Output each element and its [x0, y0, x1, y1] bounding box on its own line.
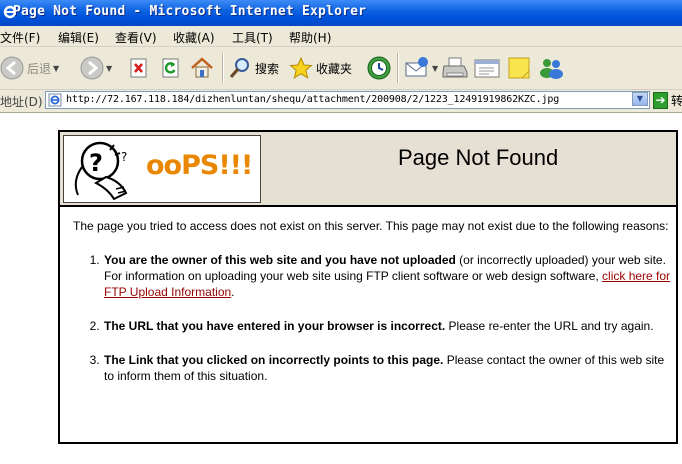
toolbar-separator [397, 53, 399, 83]
stop-icon [130, 58, 147, 78]
reason-text: Please re-enter the URL and try again. [445, 319, 654, 333]
reasons-list: You are the owner of this web site and y… [73, 252, 673, 384]
mail-icon [405, 57, 428, 77]
page-content[interactable]: ? ? ooPS!!! Page Not Found The page you … [0, 113, 682, 464]
standard-toolbar: 后退 ▼ ▼ 搜索 收藏夹 ▼ [0, 47, 682, 90]
oops-logo: ? ? ooPS!!! [63, 135, 261, 203]
back-dropdown-icon[interactable]: ▼ [53, 64, 59, 73]
go-button[interactable]: ➔ 转 [653, 91, 682, 110]
menu-edit[interactable]: 编辑(E) [58, 29, 99, 46]
reason-bold: The Link that you clicked on incorrectly… [104, 353, 444, 367]
reason-item: You are the owner of this web site and y… [103, 252, 673, 300]
messenger-button[interactable] [537, 47, 565, 89]
page-title: Page Not Found [398, 145, 559, 170]
back-arrow-icon [0, 56, 24, 80]
oops-text: ooPS!!! [146, 150, 253, 181]
note-icon [508, 57, 530, 79]
edit-icon [474, 59, 500, 78]
forward-arrow-icon [80, 56, 104, 80]
messenger-icon [540, 59, 563, 79]
page-icon [48, 93, 62, 107]
menu-view[interactable]: 查看(V) [115, 29, 157, 46]
address-dropdown-icon[interactable]: ▼ [632, 92, 648, 106]
address-label: 地址(D) [0, 95, 43, 109]
toolbar-separator [222, 53, 224, 83]
menu-tools[interactable]: 工具(T) [232, 29, 273, 46]
magnifier-icon [229, 58, 249, 79]
menu-bar: 文件(F) 编辑(E) 查看(V) 收藏(A) 工具(T) 帮助(H) [0, 26, 682, 47]
reason-bold: You are the owner of this web site and y… [104, 253, 456, 267]
menu-file[interactable]: 文件(F) [0, 29, 40, 46]
address-bar: 地址(D) http://72.167.118.184/dizhenluntan… [0, 90, 682, 113]
printer-icon [442, 57, 468, 78]
forward-button[interactable]: ▼ [80, 47, 112, 89]
favorites-label: 收藏夹 [316, 61, 353, 76]
home-icon [191, 57, 213, 78]
menu-favorites[interactable]: 收藏(A) [173, 29, 215, 46]
intro-text: The page you tried to access does not ex… [73, 219, 669, 233]
mail-button[interactable]: ▼ [404, 47, 438, 89]
confused-face-icon: ? ? [74, 141, 127, 201]
favorites-button[interactable]: 收藏夹 [289, 47, 352, 89]
stop-button[interactable] [128, 47, 150, 89]
reason-text-end: . [231, 285, 235, 299]
back-label: 后退 [27, 61, 52, 76]
history-icon [367, 56, 391, 80]
back-button[interactable]: 后退 ▼ [0, 47, 59, 89]
search-label: 搜索 [255, 61, 280, 76]
forward-dropdown-icon[interactable]: ▼ [106, 64, 112, 73]
window-title-bar[interactable]: Page Not Found - Microsoft Internet Expl… [0, 0, 682, 26]
error-header: ? ? ooPS!!! Page Not Found [60, 132, 676, 207]
search-button[interactable]: 搜索 [228, 47, 279, 89]
reason-item: The Link that you clicked on incorrectly… [103, 352, 673, 384]
go-label: 转 [670, 94, 682, 108]
mail-dropdown-icon[interactable]: ▼ [432, 64, 438, 73]
error-panel: ? ? ooPS!!! Page Not Found The page you … [58, 130, 678, 444]
svg-text:?: ? [121, 150, 127, 164]
svg-text:?: ? [89, 149, 103, 177]
menu-help[interactable]: 帮助(H) [289, 29, 331, 46]
edit-button[interactable] [474, 47, 500, 89]
reason-item: The URL that you have entered in your br… [103, 318, 673, 334]
refresh-button[interactable] [160, 47, 182, 89]
reason-bold: The URL that you have entered in your br… [104, 319, 446, 333]
discuss-button[interactable] [507, 47, 531, 89]
history-button[interactable] [366, 47, 392, 89]
refresh-icon [162, 58, 179, 78]
address-input[interactable]: http://72.167.118.184/dizhenluntan/shequ… [45, 91, 650, 109]
print-button[interactable] [442, 47, 468, 89]
home-button[interactable] [190, 47, 214, 89]
error-body: The page you tried to access does not ex… [73, 218, 673, 402]
star-icon [289, 56, 313, 79]
address-url: http://72.167.118.184/dizhenluntan/shequ… [66, 94, 560, 105]
go-arrow-icon: ➔ [653, 92, 668, 109]
window-title: Page Not Found - Microsoft Internet Expl… [13, 4, 367, 19]
